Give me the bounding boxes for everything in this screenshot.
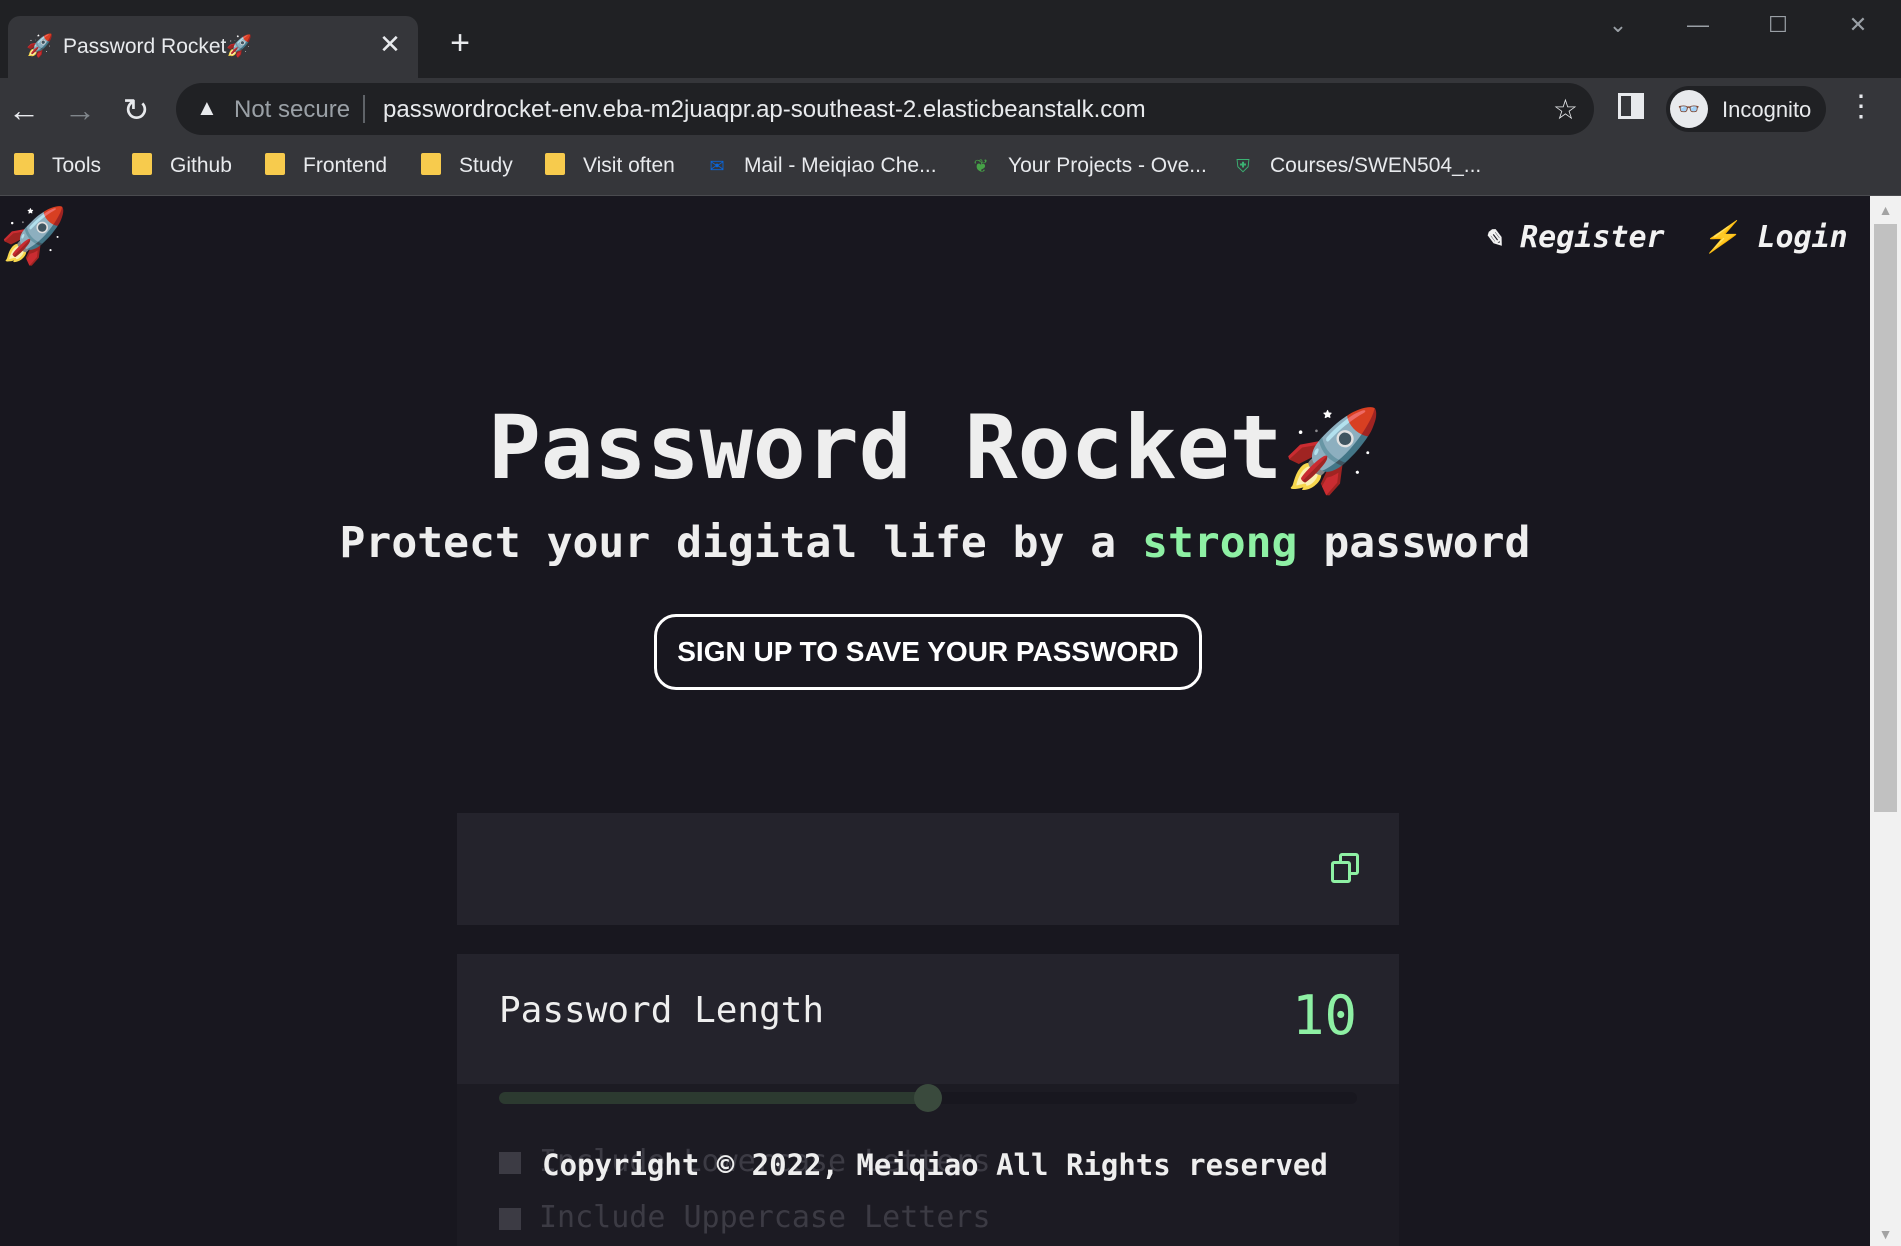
browser-chrome: 🚀 Password Rocket🚀 ✕ + ⌄ — ☐ ✕ ← → ↻ ▲ N…: [0, 0, 1901, 196]
tab-title: Password Rocket🚀: [63, 35, 253, 58]
tab-close-icon[interactable]: ✕: [376, 30, 404, 58]
tab-password-rocket[interactable]: 🚀 Password Rocket🚀 ✕: [8, 16, 418, 78]
generator-settings: Password Length 10 Include Lowercase Let…: [457, 954, 1399, 1246]
bookmark-your-projects[interactable]: ❦ Your Projects - Ove...: [968, 154, 1206, 184]
forward-button[interactable]: →: [60, 90, 100, 130]
back-button[interactable]: ←: [4, 90, 44, 130]
browser-toolbar: ← → ↻ ▲ Not secure passwordrocket-env.eb…: [0, 78, 1901, 142]
incognito-profile-button[interactable]: 👓 Incognito: [1666, 86, 1826, 132]
password-length-slider[interactable]: [499, 1084, 1357, 1112]
login-link[interactable]: ⚡ Login: [1702, 220, 1848, 255]
bookmarks-bar: Tools Github Frontend Study Visit often …: [0, 142, 1901, 196]
warning-icon[interactable]: ▲: [196, 95, 218, 121]
folder-icon: [545, 153, 565, 176]
page-content: 🚀 ✎ Register ⚡ Login Password Rocket🚀 Pr…: [0, 196, 1870, 1246]
security-label[interactable]: Not secure: [234, 96, 350, 124]
hero-subtitle: Protect your digital life by a strong pa…: [339, 518, 1531, 568]
scroll-down-icon[interactable]: ▼: [1870, 1226, 1901, 1242]
bookmark-github[interactable]: Github: [132, 153, 232, 184]
slider-thumb[interactable]: [914, 1084, 942, 1112]
minimize-icon[interactable]: —: [1678, 12, 1718, 38]
overleaf-icon: ❦: [973, 155, 989, 176]
bookmark-frontend[interactable]: Frontend: [265, 153, 387, 184]
bookmark-visit-often[interactable]: Visit often: [545, 153, 675, 184]
option-uppercase[interactable]: Include Uppercase Letters: [499, 1200, 991, 1235]
outlook-icon: ✉: [709, 155, 725, 176]
omnibox-divider: [363, 95, 365, 123]
signup-cta-button[interactable]: SIGN UP TO SAVE YOUR PASSWORD: [654, 614, 1202, 690]
address-bar[interactable]: ▲ Not secure passwordrocket-env.eba-m2ju…: [176, 83, 1594, 135]
register-link[interactable]: ✎ Register: [1484, 220, 1665, 255]
site-logo-rocket-icon[interactable]: 🚀: [0, 204, 67, 268]
page-scrollbar[interactable]: ▲ ▼: [1870, 196, 1901, 1246]
hero-title: Password Rocket🚀: [487, 396, 1383, 499]
lightning-icon: ⚡: [1702, 220, 1740, 255]
window-close-icon[interactable]: ✕: [1838, 12, 1878, 38]
scrollbar-thumb[interactable]: [1874, 224, 1897, 812]
tab-search-icon[interactable]: ⌄: [1598, 12, 1638, 38]
maximize-icon[interactable]: ☐: [1758, 12, 1798, 38]
url-text[interactable]: passwordrocket-env.eba-m2juaqpr.ap-south…: [383, 96, 1146, 124]
footer-copyright: Copyright © 2022, Meiqiao All Rights res…: [542, 1148, 1328, 1182]
subtitle-accent: strong: [1142, 518, 1298, 568]
university-icon: ⛨: [1236, 155, 1250, 176]
bookmark-study[interactable]: Study: [421, 153, 513, 184]
folder-icon: [14, 153, 34, 176]
folder-icon: [421, 153, 441, 176]
bookmark-tools[interactable]: Tools: [14, 153, 101, 184]
browser-menu-icon[interactable]: ⋮: [1846, 92, 1876, 122]
folder-icon: [265, 153, 285, 176]
reload-button[interactable]: ↻: [116, 90, 156, 130]
login-label: Login: [1757, 220, 1848, 255]
generated-password-box: [457, 813, 1399, 925]
password-length-label: Password Length: [499, 990, 825, 1031]
rocket-icon: 🚀: [1282, 404, 1383, 497]
bookmark-star-icon[interactable]: ☆: [1553, 93, 1578, 126]
incognito-label: Incognito: [1722, 97, 1812, 122]
register-label: Register: [1520, 220, 1665, 255]
rocket-favicon-icon: 🚀: [26, 33, 54, 58]
side-panel-icon[interactable]: [1618, 93, 1644, 119]
bookmark-mail[interactable]: ✉ Mail - Meiqiao Che...: [704, 154, 936, 184]
scroll-up-icon[interactable]: ▲: [1870, 202, 1901, 218]
password-length-value: 10: [1291, 984, 1357, 1047]
copy-icon[interactable]: [1331, 853, 1361, 885]
bookmark-courses[interactable]: ⛨ Courses/SWEN504_...: [1230, 154, 1481, 184]
checkbox-icon[interactable]: [499, 1207, 521, 1230]
folder-icon: [132, 153, 152, 176]
new-tab-button[interactable]: +: [440, 26, 480, 60]
slider-fill: [499, 1092, 928, 1104]
tab-strip: 🚀 Password Rocket🚀 ✕ + ⌄ — ☐ ✕: [0, 0, 1901, 78]
incognito-icon: 👓: [1670, 90, 1708, 128]
edit-icon: ✎: [1484, 220, 1503, 255]
